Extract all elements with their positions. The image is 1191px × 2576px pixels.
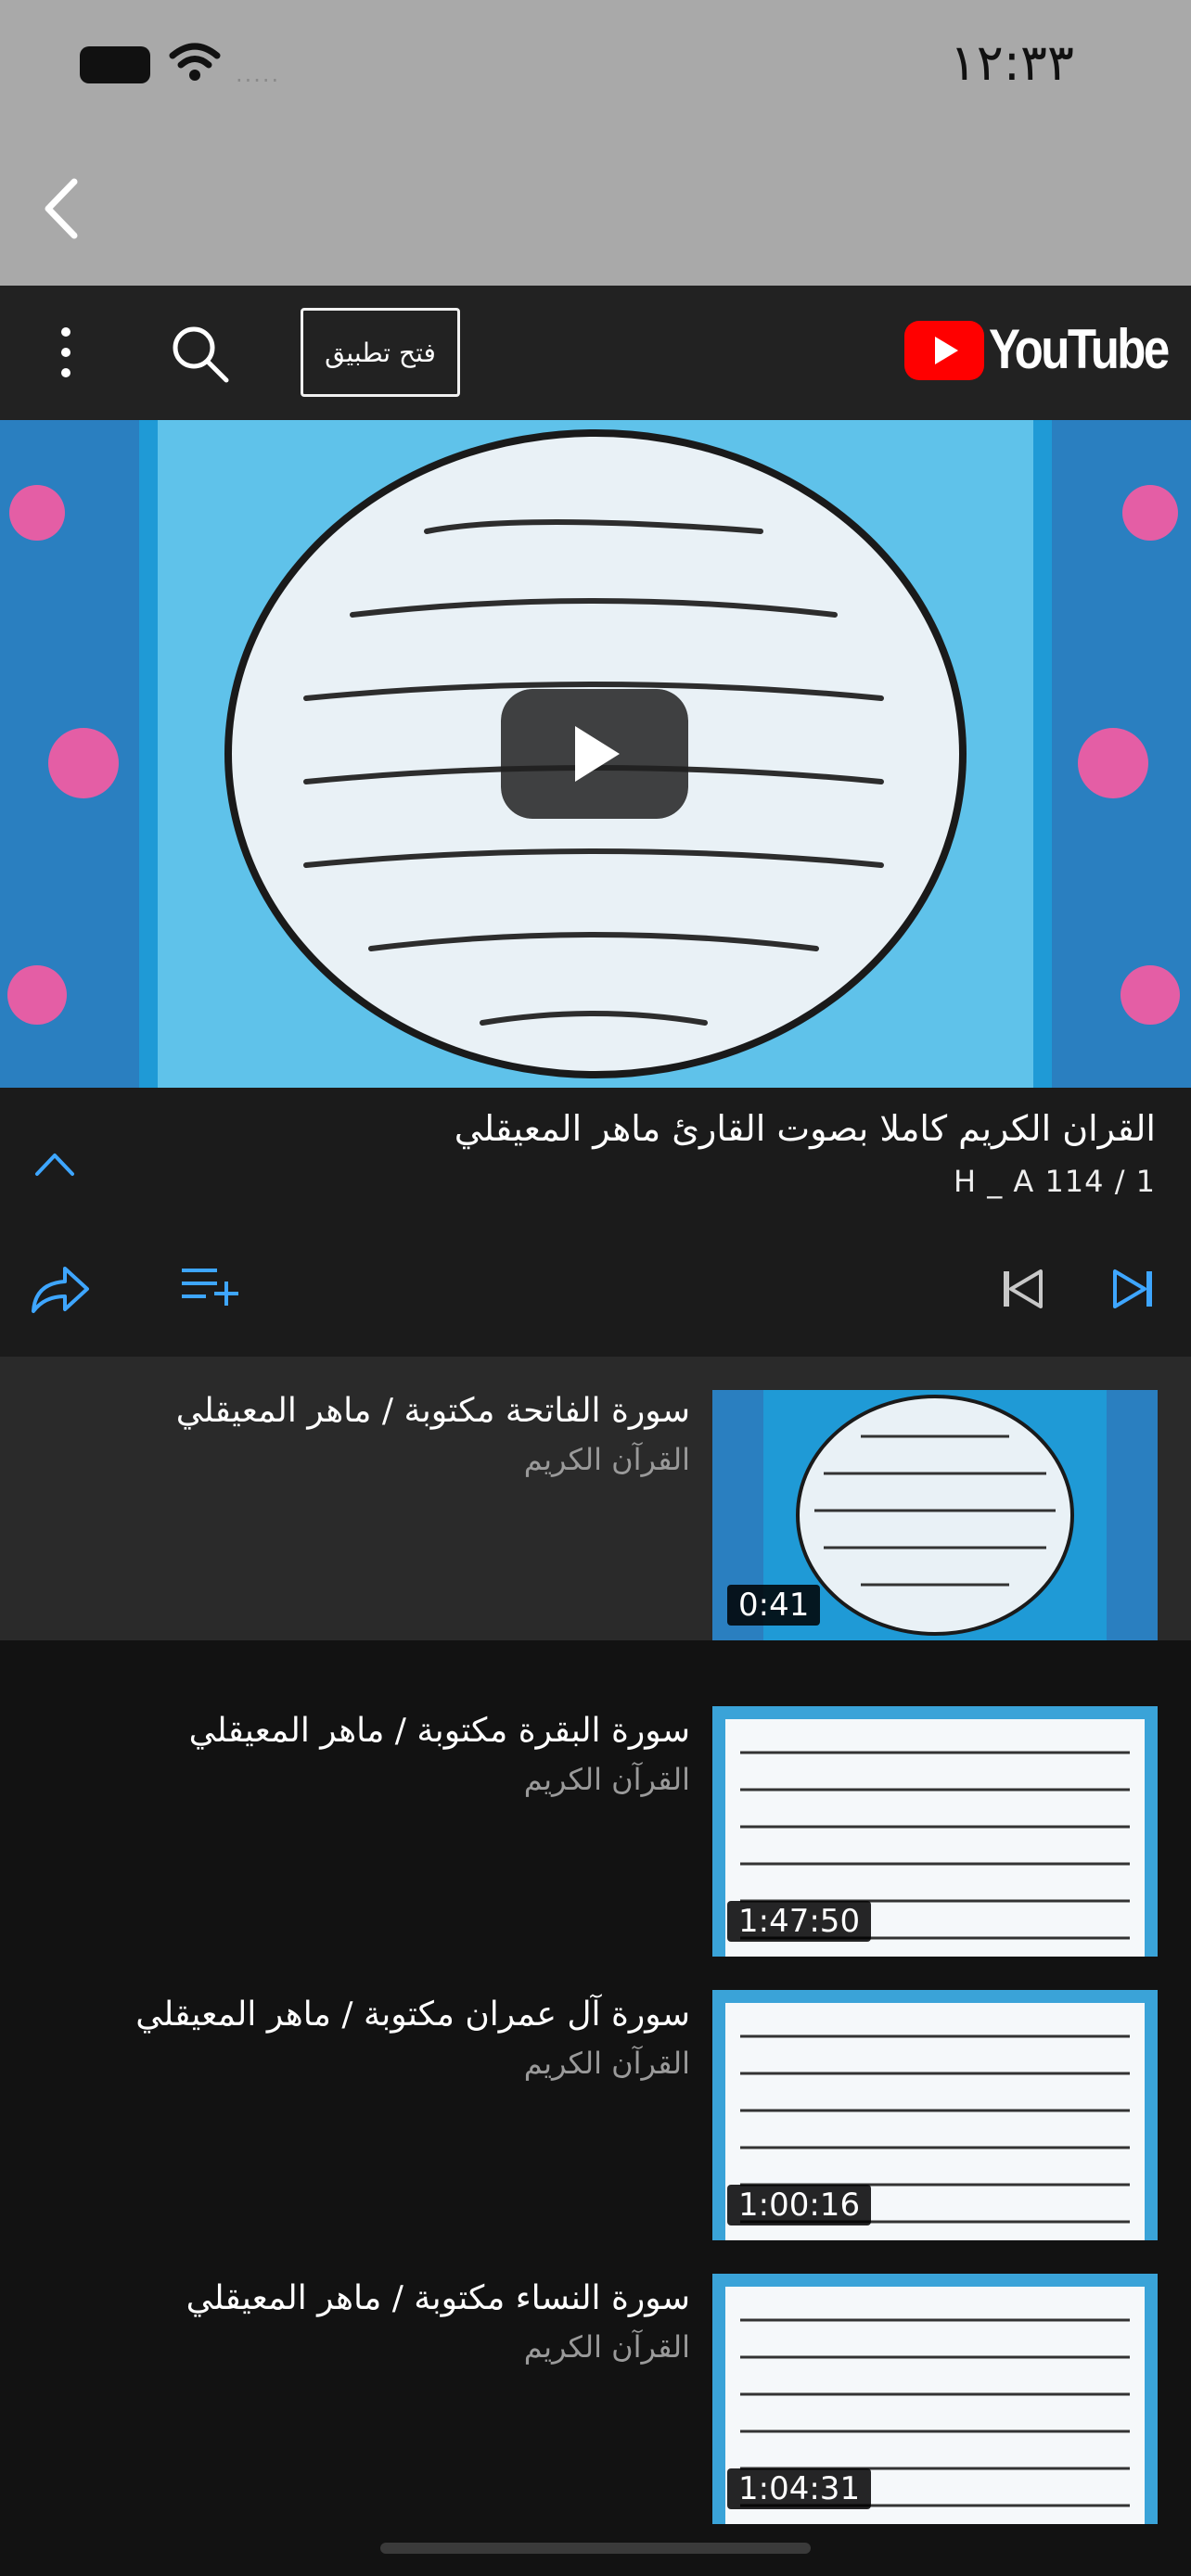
item-channel: القرآن الكريم <box>523 2329 690 2365</box>
playlist-meta: H _ A 114 / 1 <box>953 1164 1156 1199</box>
playlist-item[interactable]: سورة البقرة مكتوبة / ماهر المعيقلي القرآ… <box>0 1675 1191 1958</box>
more-options-icon[interactable] <box>52 325 80 380</box>
youtube-logo-text: YouTube <box>989 318 1170 380</box>
previous-icon[interactable] <box>1000 1266 1044 1312</box>
item-thumbnail: 0:41 <box>712 1390 1158 1640</box>
duration-badge: 1:04:31 <box>727 2468 872 2509</box>
search-icon[interactable] <box>169 323 230 384</box>
playlist-item[interactable]: سورة الفاتحة مكتوبة / ماهر المعيقلي القر… <box>0 1357 1191 1640</box>
wifi-icon <box>169 43 221 81</box>
share-icon[interactable] <box>28 1261 93 1317</box>
signal-icon: ..... <box>236 61 281 87</box>
item-title: سورة آل عمران مكتوبة / ماهر المعيقلي <box>135 1996 690 2034</box>
playlist-item[interactable]: سورة آل عمران مكتوبة / ماهر المعيقلي الق… <box>0 1958 1191 2242</box>
back-chevron-icon[interactable] <box>39 176 85 241</box>
item-channel: القرآن الكريم <box>523 2046 690 2081</box>
duration-badge: 1:00:16 <box>727 2185 872 2225</box>
playlist-title: القران الكريم كاملا بصوت القارئ ماهر الم… <box>454 1108 1156 1149</box>
item-title: سورة البقرة مكتوبة / ماهر المعيقلي <box>188 1712 690 1750</box>
item-thumbnail: 1:47:50 <box>712 1706 1158 1957</box>
item-channel: القرآن الكريم <box>523 1442 690 1477</box>
add-to-queue-icon[interactable] <box>180 1261 241 1309</box>
duration-badge: 0:41 <box>727 1585 821 1626</box>
status-bar: ..... ١٢:٣٣ <box>0 0 1191 130</box>
item-channel: القرآن الكريم <box>523 1762 690 1797</box>
battery-icon <box>80 46 150 83</box>
open-app-button[interactable]: فتح تطبيق <box>301 308 460 397</box>
youtube-logo-icon[interactable] <box>904 321 984 380</box>
duration-badge: 1:47:50 <box>727 1901 872 1942</box>
play-button[interactable] <box>501 689 688 819</box>
item-title: سورة الفاتحة مكتوبة / ماهر المعيقلي <box>175 1392 690 1430</box>
home-indicator[interactable] <box>380 2543 811 2554</box>
item-thumbnail: 1:04:31 <box>712 2274 1158 2524</box>
next-icon[interactable] <box>1111 1266 1156 1312</box>
collapse-chevron-icon[interactable] <box>33 1150 76 1178</box>
item-thumbnail: 1:00:16 <box>712 1990 1158 2240</box>
playlist-item[interactable]: سورة النساء مكتوبة / ماهر المعيقلي القرآ… <box>0 2242 1191 2526</box>
item-title: سورة النساء مكتوبة / ماهر المعيقلي <box>186 2279 690 2317</box>
status-time: ١٢:٣٣ <box>949 33 1074 92</box>
browser-nav <box>0 130 1191 286</box>
